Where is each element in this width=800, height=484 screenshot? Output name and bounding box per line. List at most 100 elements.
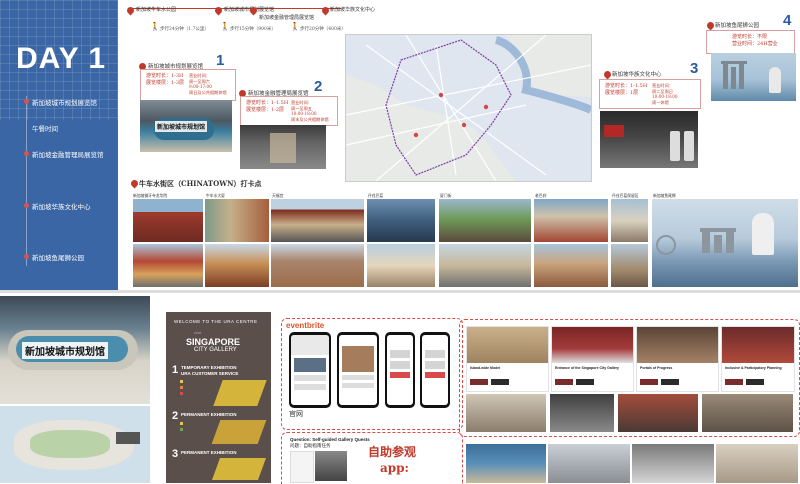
gallery-card-title: Inclusive & Participatory Planning: [725, 366, 782, 370]
card-button[interactable]: [555, 379, 573, 385]
brochure-section-title: PERMANENT EXHIBITION: [181, 412, 237, 417]
card-button[interactable]: [746, 379, 764, 385]
card-button[interactable]: [491, 379, 509, 385]
floor-plan-1: [213, 380, 267, 406]
floor-plan-2: [211, 420, 267, 444]
gallery-interior-photo: [618, 394, 698, 432]
venue-1-info: 游览时长：1-3H 展览楼层：1-3层 营业时间： 周一至周六 9:00-17:…: [140, 69, 236, 101]
gallery-interior-photo: [702, 394, 793, 432]
phone-screenshot: [289, 332, 331, 408]
timeline-stop: 新加坡牛车水公园: [136, 7, 177, 13]
chinatown-title: 牛车水街区（CHINATOWN）打卡点: [139, 179, 262, 188]
official-site-box: eventbrite 官网: [281, 318, 463, 430]
amoy-street-photo: [367, 244, 435, 287]
chinese-culture-photo: [600, 111, 698, 168]
venue-hours-line: 周日及公共假期休馆: [189, 89, 227, 95]
gallery-card-title: Island-wide Model: [470, 366, 501, 370]
gallery-interior-photo: [550, 394, 614, 432]
card-button[interactable]: [640, 379, 658, 385]
lau-pa-sat-photo: [439, 199, 531, 242]
mas-gallery-photo: [240, 125, 326, 169]
street-corner-photo: [611, 244, 648, 287]
conservation-area-photo: [439, 244, 531, 287]
self-guide-box: Question: Self-guided Gallery Quests 问题：…: [281, 432, 463, 484]
venue-hours-line: 周末及公共假期休馆: [291, 116, 329, 122]
sidebar-item-ura: 新加坡城市规划展览馆: [32, 99, 97, 107]
gallery-photo: [632, 444, 714, 483]
gallery-card[interactable]: Island-wide Model: [466, 326, 549, 392]
venue-4-info: 游览时长：不限 营业时间：24H营业: [706, 30, 795, 54]
timeline-leg: 步行20分钟（400米）: [300, 27, 346, 32]
location-pin-icon: [131, 180, 138, 189]
route-map[interactable]: [345, 34, 592, 182]
gallery-interior-photo: [466, 394, 546, 432]
sidebar-dot: [24, 254, 29, 259]
venue-1-number: 1: [216, 52, 225, 69]
brochure-section-number: 3: [172, 448, 179, 460]
brochure-logo-icon: ⌂⌂⌂: [194, 330, 202, 335]
venue-4-title: 新加坡鱼尾狮公园: [715, 23, 760, 29]
sidebar-item-lunch: 午餐时间: [32, 125, 58, 133]
brochure-brand-2: CITY GALLERY: [194, 347, 237, 353]
gallery-card-title: Entrance of the Singapore City Gallery: [555, 366, 619, 370]
chinatown-street-photo: [133, 244, 203, 287]
app-label: app:: [380, 461, 409, 475]
brochure-section-number: 2: [172, 410, 179, 422]
location-pin-icon: [250, 7, 257, 16]
floor-plan-3: [211, 458, 267, 480]
tanjong-pagar-photo: [367, 199, 435, 242]
card-button[interactable]: [661, 379, 679, 385]
ura-gallery-photo: 新加坡城市规划馆: [140, 100, 232, 152]
card-button[interactable]: [576, 379, 594, 385]
venue-info-line: 营业时间：24H营业: [732, 41, 778, 47]
brochure-section-number: 1: [172, 364, 179, 376]
brochure-section-title: TEMPORARY EXHIBITION: [181, 365, 237, 370]
gallery-quest-card: [290, 451, 314, 483]
sidebar-item-mas: 新加坡金融管理局展览馆: [32, 151, 104, 159]
card-button[interactable]: [725, 379, 743, 385]
timeline-leg: 步行24分钟（1.7公里）: [160, 27, 209, 32]
gallery-card[interactable]: Inclusive & Participatory Planning: [721, 326, 795, 392]
sidebar-item-chinese-culture: 新加坡华族文化中心: [32, 203, 91, 211]
location-pin-icon: [127, 7, 134, 16]
location-pin-icon: [215, 7, 222, 16]
brochure-brand-1: SINGAPORE: [186, 337, 241, 347]
photo-label: 新加坡城市规划馆: [22, 342, 108, 359]
gallery-quest-photo: [315, 451, 347, 481]
venue-info-line: 游览时长：1-3H: [146, 73, 184, 79]
day-sidebar: DAY 1 新加坡城市规划展览馆 午餐时间 新加坡金融管理局展览馆 新加坡华族文…: [0, 0, 118, 290]
venue-2-info: 游览时长：1-1.5H 展览楼层：1-2层 营业时间： 周一至周五 10:00-…: [240, 96, 338, 126]
gallery-cards-box: Island-wide Model Entrance of the Singap…: [459, 319, 800, 437]
brochure-section-title: PERMANENT EXHIBITION: [181, 450, 237, 455]
self-guide-title: 自助参观: [368, 445, 417, 459]
venue-info-line: 展览楼层：1-2层: [246, 107, 285, 113]
brochure-section-sub: URA CUSTOMER SERVICE: [181, 371, 239, 376]
card-button[interactable]: [470, 379, 488, 385]
gallery-card[interactable]: Entrance of the Singapore City Gallery: [551, 326, 634, 392]
ura-model-photo: 新加坡城市规划馆: [0, 296, 150, 404]
section-divider: [0, 290, 800, 293]
photo-label: 新加坡城市规划馆: [155, 121, 208, 132]
venue-4-number: 4: [783, 12, 792, 29]
venue-3-info: 游览时长：1-1.5H 展览楼层：1层 营业时间： 周二至周日 10:00-18…: [599, 79, 701, 109]
thian-hock-keng-photo: [271, 199, 364, 242]
venue-info-line: 游览时长：1-1.5H: [246, 100, 289, 106]
eventbrite-logo: eventbrite: [286, 321, 325, 330]
phone-screenshot: [385, 332, 415, 408]
timeline-stop: 新加坡华族文化中心: [330, 7, 376, 13]
gallery-card[interactable]: Portals of Progress: [636, 326, 719, 392]
tooth-relic-temple-photo: [133, 199, 203, 242]
venue-3-number: 3: [690, 60, 699, 77]
brochure-welcome: WELCOME TO THE URA CENTRE: [174, 319, 258, 324]
singapore-map-photo: [0, 406, 150, 483]
gallery-photo: [716, 444, 798, 483]
question-text: Question: Self-guided Gallery Quests: [290, 437, 370, 442]
venue-2-number: 2: [314, 78, 323, 95]
phone-screenshot: [337, 332, 379, 408]
walking-icon: 🚶: [290, 22, 300, 31]
sidebar-dot: [24, 151, 29, 156]
venue-info-line: 游览时长：不限: [732, 34, 768, 40]
chinatown-shophouse-photo: [205, 244, 269, 287]
timeline-leg: 步行15分钟（900米）: [230, 27, 276, 32]
ura-brochure: WELCOME TO THE URA CENTRE ⌂⌂⌂ SINGAPORE …: [166, 312, 271, 483]
